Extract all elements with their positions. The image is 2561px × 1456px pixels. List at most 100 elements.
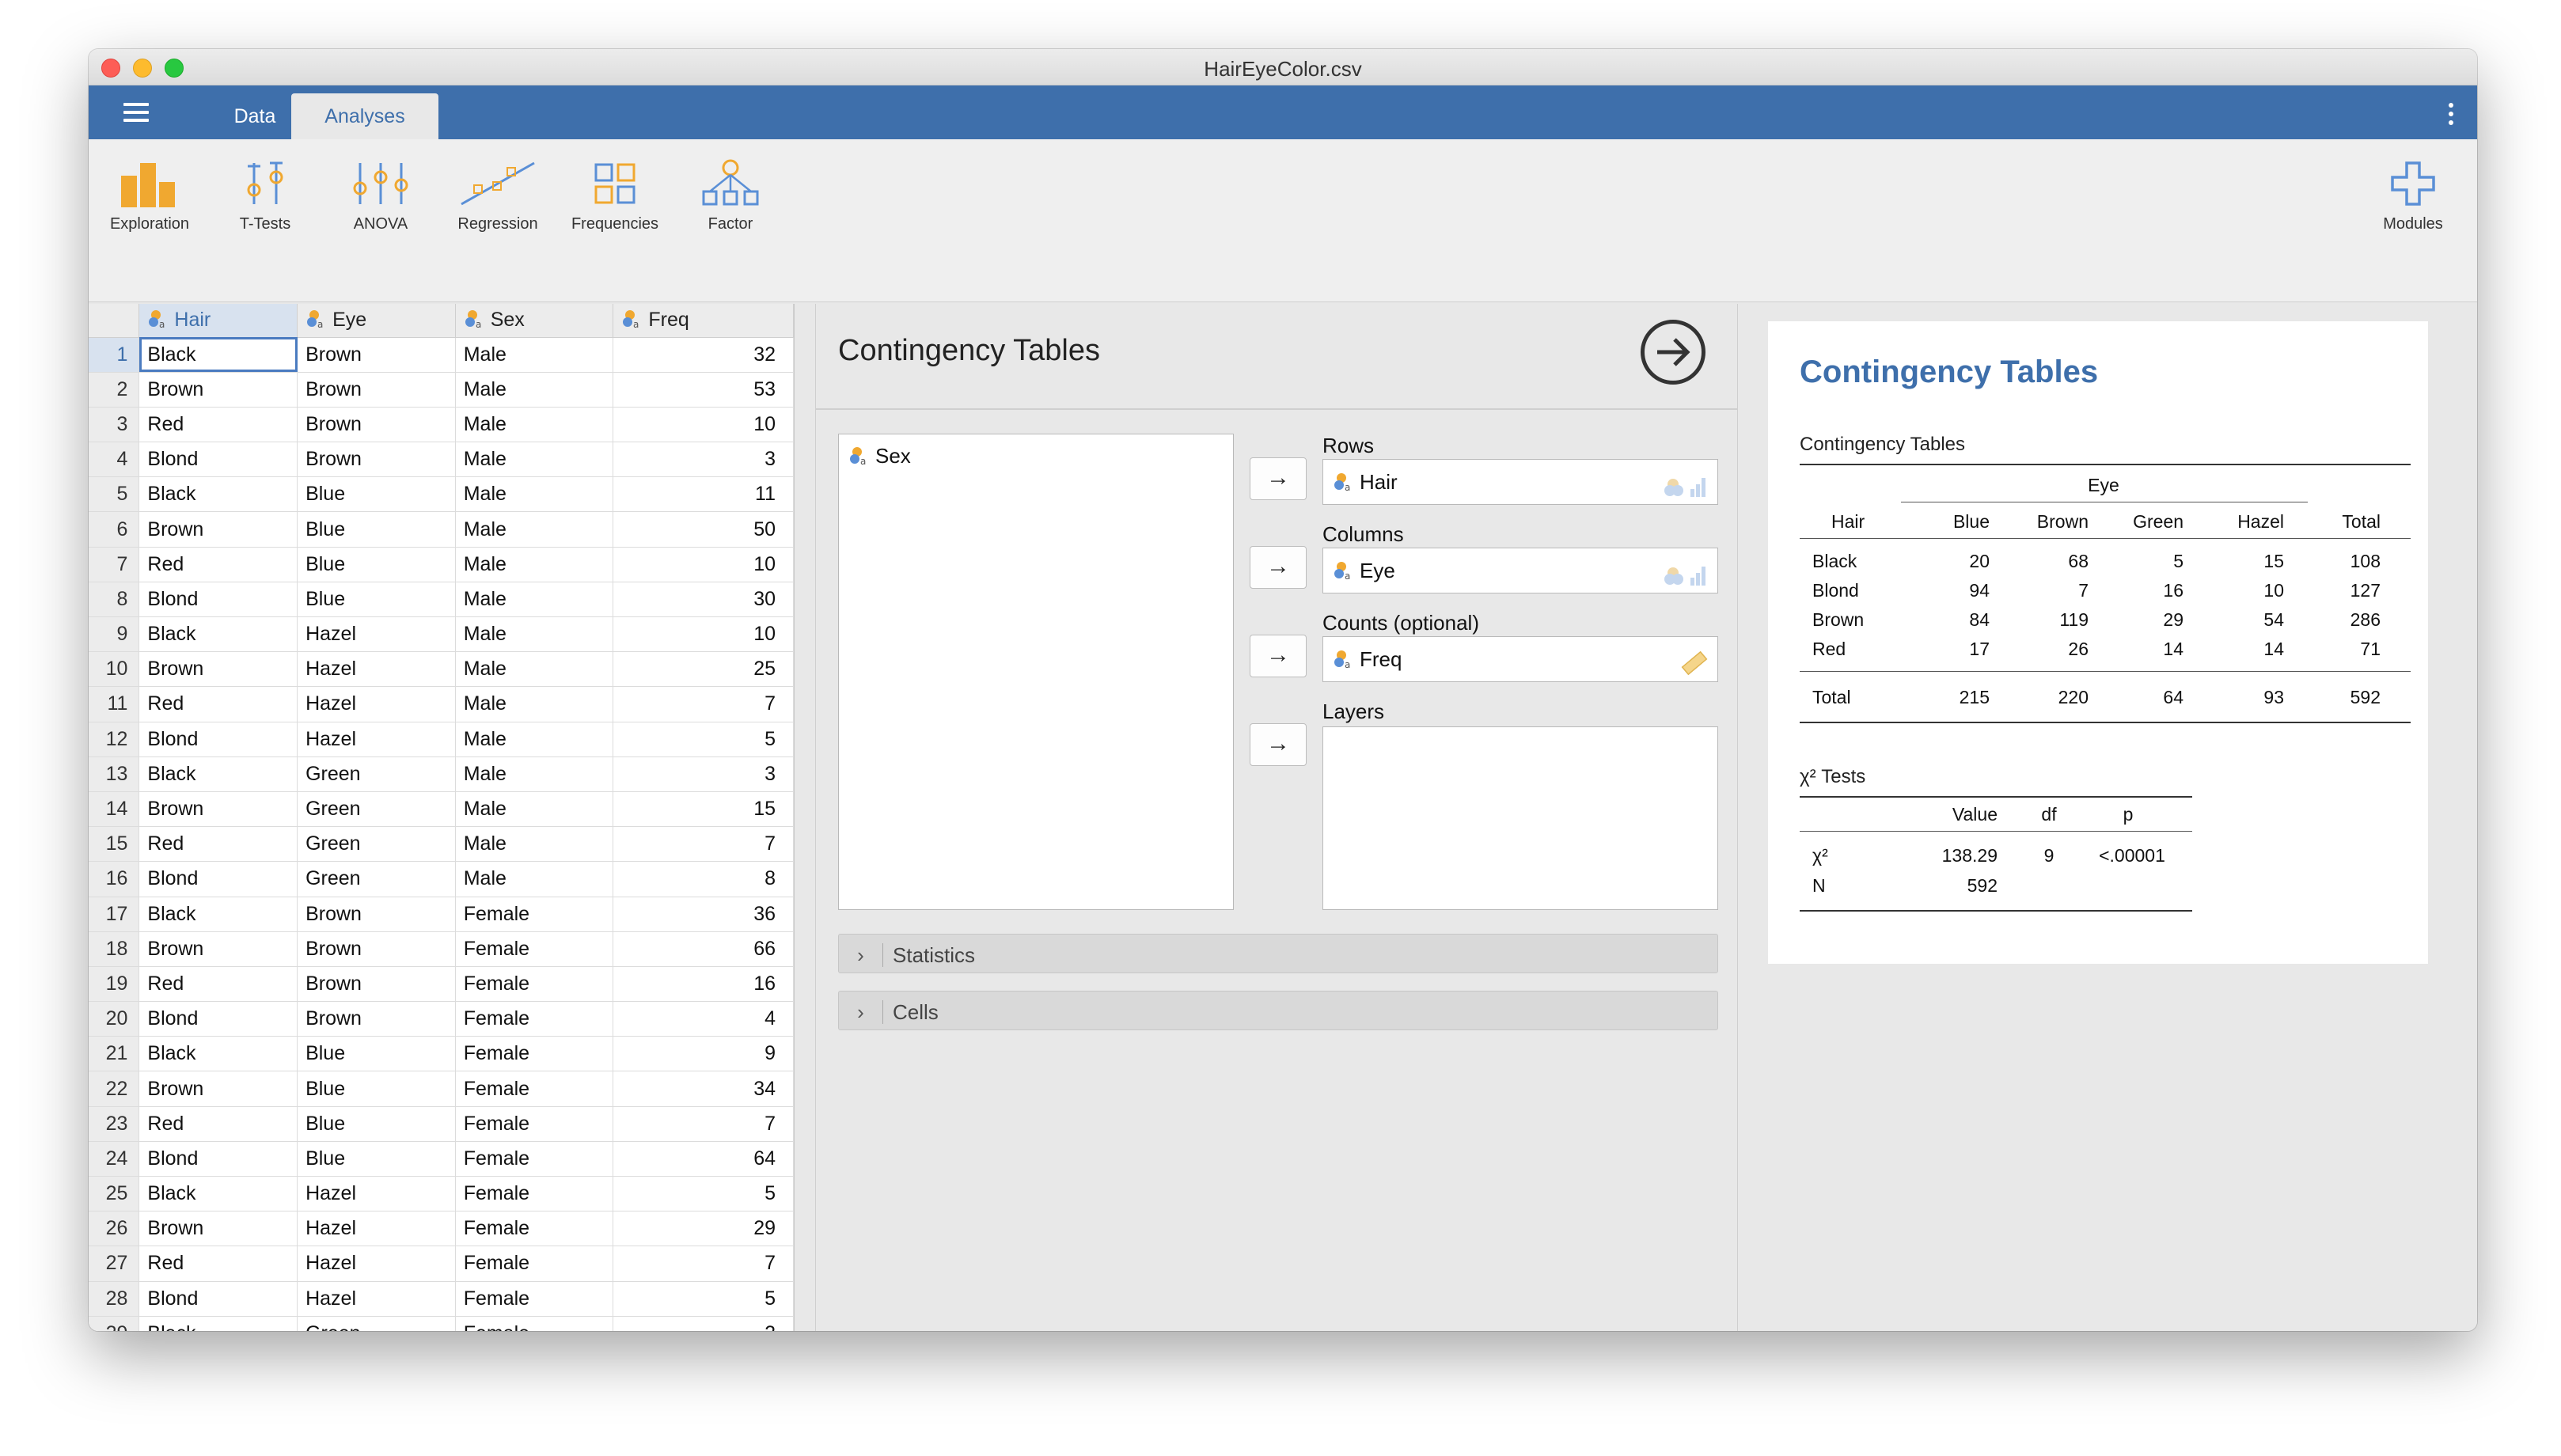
row-number[interactable]: 16	[89, 861, 140, 897]
data-cell[interactable]: 16	[613, 966, 794, 1003]
data-cell[interactable]: Brown	[297, 1001, 456, 1037]
data-cell[interactable]: Female	[455, 1246, 614, 1282]
data-cell[interactable]: Brown	[138, 1211, 298, 1247]
factor-button[interactable]: Factor	[679, 158, 782, 233]
data-cell[interactable]: 9	[613, 1036, 794, 1072]
statistics-section[interactable]: › Statistics	[838, 934, 1718, 973]
data-cell[interactable]: Female	[455, 897, 614, 932]
data-cell[interactable]: Male	[455, 407, 614, 443]
data-cell[interactable]: Blue	[297, 511, 456, 548]
data-cell[interactable]: 3	[613, 756, 794, 792]
data-cell[interactable]: Male	[455, 756, 614, 792]
column-header-freq[interactable]: a Freq	[613, 304, 794, 338]
data-cell[interactable]: 36	[613, 897, 794, 932]
data-cell[interactable]: Green	[297, 861, 456, 897]
data-cell[interactable]: Black	[138, 1316, 298, 1331]
data-spreadsheet[interactable]: a Hair a Eye a Sex a Freq 1 Black Brown Male 32 2 Bro…	[89, 304, 795, 1331]
column-header-hair[interactable]: a Hair	[138, 304, 298, 338]
row-number[interactable]: 20	[89, 1001, 140, 1037]
row-number[interactable]: 25	[89, 1176, 140, 1212]
row-number[interactable]: 2	[89, 372, 140, 408]
row-number[interactable]: 10	[89, 651, 140, 688]
data-cell[interactable]: Female	[455, 1176, 614, 1212]
move-to-columns-button[interactable]: →	[1250, 546, 1307, 589]
data-cell[interactable]: 34	[613, 1071, 794, 1107]
row-number[interactable]: 13	[89, 756, 140, 792]
data-cell[interactable]: 15	[613, 791, 794, 828]
anova-button[interactable]: ANOVA	[329, 158, 432, 233]
data-cell[interactable]: Female	[455, 1106, 614, 1142]
data-cell[interactable]: Male	[455, 372, 614, 408]
regression-button[interactable]: Regression	[446, 158, 549, 233]
data-cell[interactable]: 5	[613, 1176, 794, 1212]
data-cell[interactable]: Blue	[297, 1071, 456, 1107]
data-cell[interactable]: Male	[455, 651, 614, 688]
data-cell[interactable]: 25	[613, 651, 794, 688]
row-number[interactable]: 12	[89, 722, 140, 757]
data-cell[interactable]: Blond	[138, 1281, 298, 1317]
data-cell[interactable]: Black	[138, 1176, 298, 1212]
move-to-counts-button[interactable]: →	[1250, 635, 1307, 677]
row-number[interactable]: 26	[89, 1211, 140, 1247]
rows-target-box[interactable]: a Hair	[1322, 459, 1718, 505]
data-cell[interactable]: 8	[613, 861, 794, 897]
column-header-eye[interactable]: a Eye	[297, 304, 456, 338]
data-cell[interactable]: Hazel	[297, 722, 456, 757]
row-number[interactable]: 15	[89, 826, 140, 863]
row-number[interactable]: 29	[89, 1316, 140, 1331]
row-number[interactable]: 1	[89, 337, 140, 373]
data-cell[interactable]: Red	[138, 966, 298, 1003]
data-cell[interactable]: Black	[138, 476, 298, 513]
data-cell[interactable]: 53	[613, 372, 794, 408]
data-cell[interactable]: 10	[613, 616, 794, 653]
data-cell[interactable]: Green	[297, 1316, 456, 1331]
data-cell[interactable]: 29	[613, 1211, 794, 1247]
row-number[interactable]: 24	[89, 1141, 140, 1177]
data-cell[interactable]: 3	[613, 442, 794, 478]
data-cell[interactable]: 5	[613, 722, 794, 757]
columns-target-box[interactable]: a Eye	[1322, 548, 1718, 593]
data-cell[interactable]: Brown	[297, 337, 456, 373]
data-cell[interactable]: Hazel	[297, 1281, 456, 1317]
data-cell[interactable]: Blond	[138, 1141, 298, 1177]
data-cell[interactable]: Female	[455, 1141, 614, 1177]
data-cell[interactable]: Female	[455, 966, 614, 1003]
row-number[interactable]: 19	[89, 966, 140, 1003]
data-cell[interactable]: 30	[613, 582, 794, 618]
data-cell[interactable]: Brown	[297, 966, 456, 1003]
data-cell[interactable]: Blond	[138, 1001, 298, 1037]
data-cell[interactable]: Male	[455, 722, 614, 757]
data-cell[interactable]: Brown	[138, 931, 298, 967]
row-number[interactable]: 11	[89, 686, 140, 722]
data-cell[interactable]: Hazel	[297, 1246, 456, 1282]
data-cell[interactable]: Male	[455, 616, 614, 653]
run-analysis-button[interactable]	[1641, 320, 1705, 385]
layers-target-box[interactable]	[1322, 726, 1718, 910]
data-cell[interactable]: Blond	[138, 722, 298, 757]
data-cell[interactable]: Green	[297, 826, 456, 863]
data-cell[interactable]: 4	[613, 1001, 794, 1037]
data-cell[interactable]: Blue	[297, 476, 456, 513]
data-cell[interactable]: 32	[613, 337, 794, 373]
row-number[interactable]: 14	[89, 791, 140, 828]
data-cell[interactable]: Brown	[297, 407, 456, 443]
menu-icon[interactable]	[123, 103, 149, 122]
data-cell[interactable]: Blond	[138, 582, 298, 618]
ttests-button[interactable]: T-Tests	[214, 158, 317, 233]
data-cell[interactable]: Brown	[297, 897, 456, 932]
data-cell[interactable]: Blue	[297, 1106, 456, 1142]
data-cell[interactable]: Male	[455, 861, 614, 897]
data-cell[interactable]: 7	[613, 686, 794, 722]
data-cell[interactable]: Brown	[297, 372, 456, 408]
data-cell[interactable]: Green	[297, 791, 456, 828]
data-cell[interactable]: 10	[613, 547, 794, 582]
data-cell[interactable]: Male	[455, 582, 614, 618]
data-cell[interactable]: 11	[613, 476, 794, 513]
row-number[interactable]: 6	[89, 511, 140, 548]
row-number[interactable]: 28	[89, 1281, 140, 1317]
data-cell[interactable]: 7	[613, 1106, 794, 1142]
data-cell[interactable]: 64	[613, 1141, 794, 1177]
data-cell[interactable]: Male	[455, 686, 614, 722]
row-number[interactable]: 5	[89, 476, 140, 513]
data-cell[interactable]: Brown	[138, 511, 298, 548]
